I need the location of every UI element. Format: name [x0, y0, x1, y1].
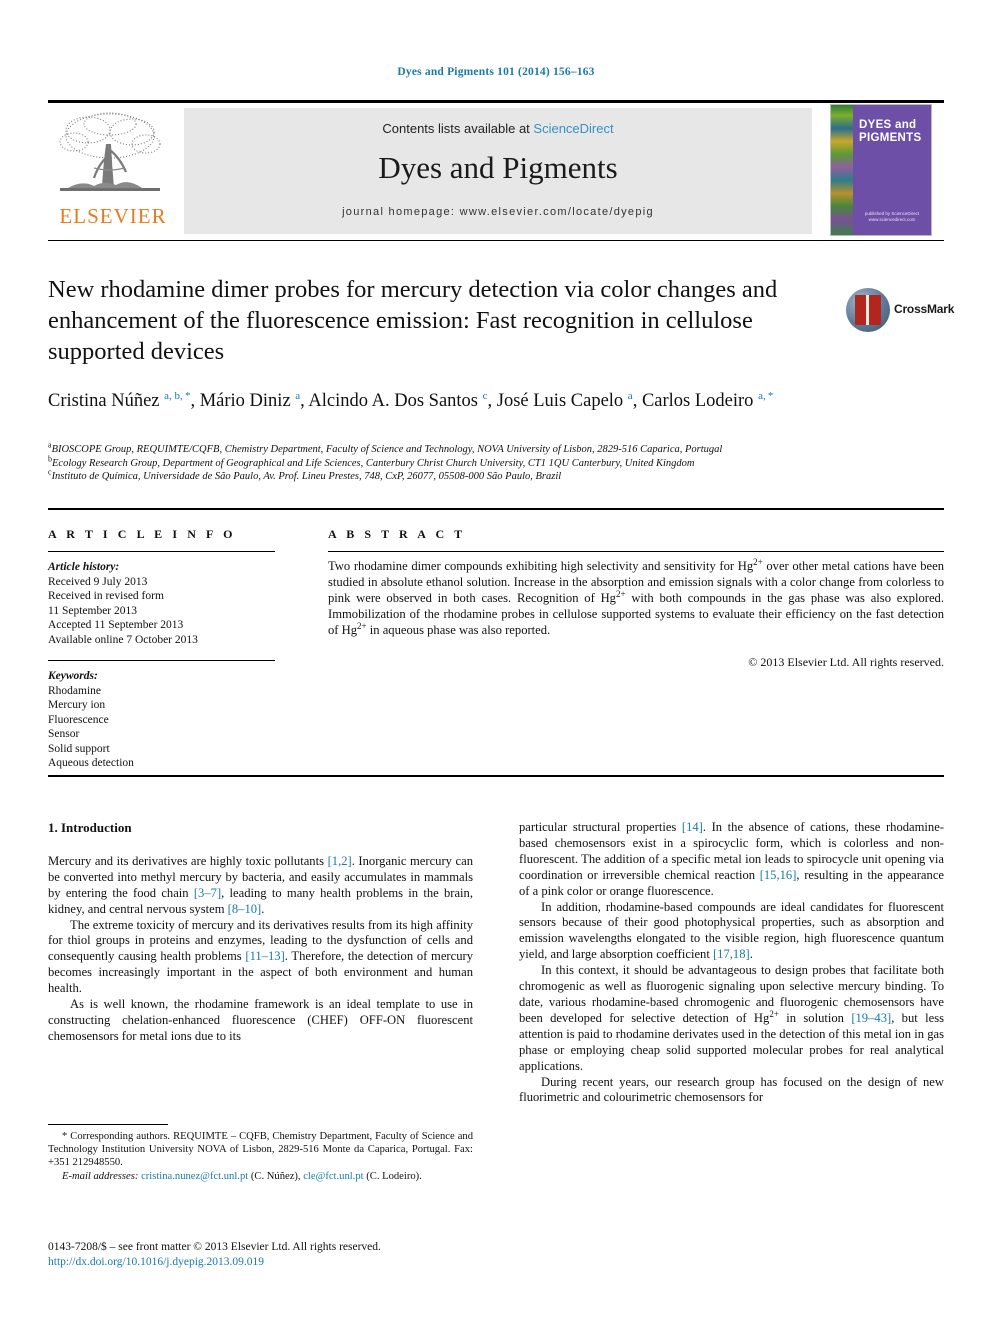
keyword-item: Rhodamine — [48, 684, 102, 697]
cover-publisher-mark: published by ScienceDirect www.sciencedi… — [864, 211, 920, 222]
journal-title: Dyes and Pigments — [378, 150, 618, 185]
doi-link[interactable]: http://dx.doi.org/10.1016/j.dyepig.2013.… — [48, 1255, 518, 1270]
sciencedirect-link[interactable]: ScienceDirect — [533, 121, 613, 136]
journal-homepage-url[interactable]: journal homepage: www.elsevier.com/locat… — [184, 206, 812, 218]
cover-journal-title: DYES and PIGMENTS — [859, 119, 922, 144]
masthead-top-rule — [48, 100, 944, 103]
contents-lists-line: Contents lists available at ScienceDirec… — [184, 121, 812, 136]
body-column-left: 1. Introduction Mercury and its derivati… — [48, 820, 473, 1045]
keyword-item: Mercury ion — [48, 699, 106, 711]
keyword-item: Solid support — [48, 742, 110, 755]
issn-front-matter: 0143-7208/$ – see front matter © 2013 El… — [48, 1241, 381, 1253]
elsevier-logo[interactable]: ELSEVIER — [48, 108, 178, 234]
section-heading-introduction: 1. Introduction — [48, 820, 132, 835]
cover-art-strip — [831, 105, 853, 235]
article-info-heading: A R T I C L E I N F O — [48, 527, 237, 541]
abstract-underline — [328, 551, 944, 553]
contents-prefix: Contents lists available at — [382, 121, 534, 136]
paragraph: The extreme toxicity of mercury and its … — [48, 917, 473, 996]
keyword-item: Fluorescence — [48, 713, 109, 726]
keyword-item: Aqueous detection — [48, 757, 134, 769]
keyword-item: Sensor — [48, 728, 80, 740]
abstract-heading: A B S T R A C T — [328, 527, 466, 541]
author-list: Cristina Núñez a, b, *, Mário Diniz a, A… — [48, 389, 774, 411]
footnote-rule — [48, 1124, 168, 1125]
info-band-bottom-rule — [48, 775, 944, 777]
history-item: Received 9 July 2013 — [48, 575, 148, 588]
article-history-block: Article history: Received 9 July 2013 Re… — [48, 560, 288, 647]
keywords-block: Keywords: Rhodamine Mercury ion Fluoresc… — [48, 669, 288, 771]
footnote-block: * Corresponding authors. REQUIMTE – CQFB… — [48, 1130, 473, 1183]
paragraph: As is well known, the rhodamine framewor… — [48, 997, 473, 1043]
affiliation-text: Instituto de Química, Universidade de Sã… — [51, 471, 562, 482]
abstract-body: Two rhodamine dimer compounds exhibiting… — [328, 556, 944, 637]
masthead-bottom-rule — [48, 240, 944, 241]
keywords-top-rule — [48, 660, 275, 662]
crossmark-icon — [846, 288, 890, 332]
body-column-right: particular structural properties [14]. I… — [519, 820, 944, 1106]
email-addresses-note: E-mail addresses: cristina.nunez@fct.unl… — [62, 1170, 422, 1182]
page-footer: 0143-7208/$ – see front matter © 2013 El… — [48, 1240, 518, 1270]
elsevier-wordmark: ELSEVIER — [59, 204, 167, 228]
paragraph: In addition, rhodamine-based compounds a… — [519, 899, 944, 962]
info-band-top-rule — [48, 508, 944, 510]
masthead-center-band: Contents lists available at ScienceDirec… — [184, 108, 812, 234]
page-title: New rhodamine dimer probes for mercury d… — [48, 276, 778, 365]
paragraph: Mercury and its derivatives are highly t… — [48, 853, 473, 916]
elsevier-tree-icon — [54, 110, 166, 202]
history-item: Accepted 11 September 2013 — [48, 619, 184, 631]
paragraph: During recent years, our research group … — [519, 1074, 944, 1105]
affiliation-item: cInstituto de Química, Universidade de S… — [48, 468, 944, 484]
journal-masthead: ELSEVIER Contents lists available at Sci… — [48, 100, 944, 241]
affiliation-item: aBIOSCOPE Group, REQUIMTE/CQFB, Chemistr… — [48, 441, 944, 457]
crossmark-badge[interactable]: CrossMark — [846, 288, 954, 338]
keywords-label: Keywords: — [48, 670, 98, 682]
article-info-underline — [48, 551, 275, 553]
journal-article-page: Dyes and Pigments 101 (2014) 156–163 ELS… — [0, 0, 992, 1323]
affiliation-text: BIOSCOPE Group, REQUIMTE/CQFB, Chemistry… — [51, 444, 723, 455]
paragraph: In this context, it should be advantageo… — [519, 963, 944, 1073]
running-head: Dyes and Pigments 101 (2014) 156–163 — [397, 66, 595, 78]
paragraph: particular structural properties [14]. I… — [519, 820, 945, 898]
corresponding-author-note: * Corresponding authors. REQUIMTE – CQFB… — [48, 1131, 473, 1169]
journal-cover-thumbnail[interactable]: DYES and PIGMENTS published by ScienceDi… — [830, 104, 932, 236]
affiliation-text: Ecology Research Group, Department of Ge… — [52, 457, 695, 469]
affiliation-item: bEcology Research Group, Department of G… — [48, 455, 944, 471]
history-item: Received in revised form — [48, 590, 164, 602]
crossmark-book-icon — [855, 295, 881, 325]
affiliation-list: aBIOSCOPE Group, REQUIMTE/CQFB, Chemistr… — [48, 441, 944, 484]
abstract-copyright: © 2013 Elsevier Ltd. All rights reserved… — [748, 655, 944, 669]
history-item: Available online 7 October 2013 — [48, 633, 198, 646]
article-history-label: Article history: — [48, 561, 120, 573]
history-item: 11 September 2013 — [48, 604, 138, 617]
crossmark-label: CrossMark — [894, 302, 955, 316]
